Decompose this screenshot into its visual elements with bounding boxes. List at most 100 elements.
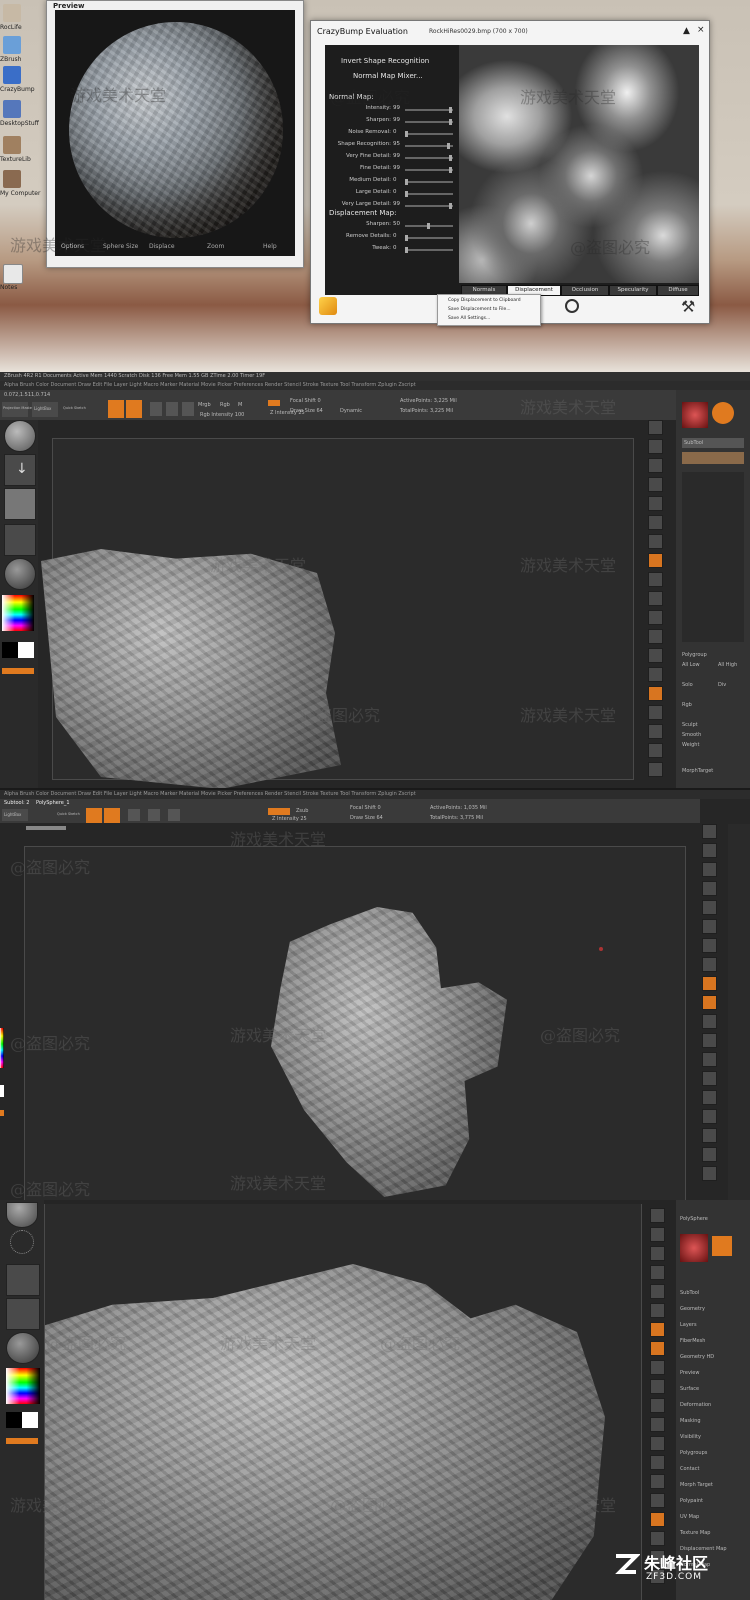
shelf-tool-icon[interactable]	[650, 1284, 665, 1299]
preview-option[interactable]: Sphere Size	[103, 243, 138, 250]
save-context-menu[interactable]: Copy Displacement to Clipboard Save Disp…	[437, 294, 541, 326]
shelf-tool-icon[interactable]	[648, 458, 663, 473]
zbrush-menus[interactable]: Alpha Brush Color Document Draw Edit Fil…	[4, 382, 416, 388]
shelf-tool-icon[interactable]	[702, 900, 717, 915]
shelf-tool-icon[interactable]	[702, 1166, 717, 1181]
shelf-tool-icon[interactable]	[648, 553, 663, 568]
shelf-tool-icon[interactable]	[702, 938, 717, 953]
normal-map-slider[interactable]	[405, 119, 453, 125]
primary-color-swatch[interactable]	[2, 642, 18, 658]
subtool-list[interactable]	[682, 472, 744, 642]
slider-knob[interactable]	[405, 179, 408, 185]
mrgb-toggle[interactable]: Mrgb	[198, 402, 211, 408]
lightbox-button[interactable]: LightBox	[2, 809, 28, 821]
shelf-tool-icon[interactable]	[648, 439, 663, 454]
slider-knob[interactable]	[405, 235, 408, 241]
slider-knob[interactable]	[427, 223, 430, 229]
brush-selector[interactable]	[4, 420, 36, 452]
shelf-tool-icon[interactable]	[702, 1147, 717, 1162]
panel-label[interactable]: All High	[718, 662, 737, 668]
shelf-tool-icon[interactable]	[702, 881, 717, 896]
shelf-tool-icon[interactable]	[702, 843, 717, 858]
close-icon[interactable]: ×	[697, 25, 705, 35]
draw-button[interactable]	[104, 808, 120, 823]
shelf-tool-icon[interactable]	[648, 648, 663, 663]
rotate-button[interactable]	[168, 809, 180, 821]
secondary-color-swatch[interactable]	[0, 1085, 4, 1097]
zbrush-menubar[interactable]: Alpha Brush Color Document Draw Edit Fil…	[0, 790, 750, 799]
shelf-tool-icon[interactable]	[702, 919, 717, 934]
color-picker[interactable]	[0, 1028, 4, 1068]
sculpted-rock-mesh[interactable]	[45, 1264, 605, 1600]
tool-thumbnail[interactable]	[682, 402, 708, 428]
z-intensity-slider[interactable]: Z Intensity 25	[270, 410, 305, 416]
shelf-tool-icon[interactable]	[650, 1417, 665, 1432]
recycle-bin-icon[interactable]	[3, 4, 21, 22]
crazybump-window[interactable]: CrazyBump Evaluation RockHiRes0029.bmp (…	[310, 20, 710, 324]
tool-thumbnail-alt[interactable]	[712, 402, 734, 424]
tool-menu-item[interactable]: Layers	[680, 1322, 697, 1328]
shelf-tool-icon[interactable]	[702, 1014, 717, 1029]
tab-specularity[interactable]: Specularity	[609, 285, 657, 296]
shelf-tool-icon[interactable]	[702, 976, 717, 991]
displacement-map-slider[interactable]	[405, 223, 453, 229]
shelf-tool-icon[interactable]	[648, 591, 663, 606]
tool-thumbnail[interactable]	[680, 1234, 708, 1262]
move-button[interactable]	[150, 402, 162, 416]
switch-color-button[interactable]	[2, 668, 34, 674]
shelf-tool-icon[interactable]	[650, 1208, 665, 1223]
zbrush-canvas[interactable]	[24, 846, 686, 1200]
shelf-tool-icon[interactable]	[650, 1493, 665, 1508]
panel-label[interactable]: All Low	[682, 662, 700, 668]
preview-option[interactable]: Help	[263, 243, 277, 250]
shelf-tool-icon[interactable]	[648, 743, 663, 758]
shelf-tool-icon[interactable]	[648, 496, 663, 511]
brush-selector[interactable]	[6, 1202, 38, 1228]
preview-viewport[interactable]	[55, 10, 295, 256]
switch-color-button[interactable]	[6, 1438, 38, 1444]
shelf-tool-icon[interactable]	[650, 1474, 665, 1489]
zbrush-menubar[interactable]: Alpha Brush Color Document Draw Edit Fil…	[0, 381, 750, 390]
rotate-button[interactable]	[182, 402, 194, 416]
displacement-map-slider[interactable]	[405, 235, 453, 241]
shelf-tool-icon[interactable]	[702, 1128, 717, 1143]
shelf-tool-icon[interactable]	[702, 824, 717, 839]
shelf-tool-icon[interactable]	[650, 1455, 665, 1470]
material-selector[interactable]	[4, 558, 36, 590]
normal-map-slider[interactable]	[405, 131, 453, 137]
tab-diffuse[interactable]: Diffuse	[657, 285, 699, 296]
rgb-intensity-slider[interactable]: Rgb Intensity 100	[200, 412, 244, 418]
material-selector[interactable]	[6, 1332, 40, 1364]
focal-shift-slider[interactable]: Focal Shift 0	[350, 805, 381, 811]
menu-item-copy-displacement[interactable]: Copy Displacement to Clipboard	[448, 298, 521, 303]
tool-thumbnail-alt[interactable]	[712, 1236, 732, 1256]
panel-label[interactable]: Weight	[682, 742, 699, 748]
normal-map-slider[interactable]	[405, 179, 453, 185]
shelf-tool-icon[interactable]	[648, 705, 663, 720]
move-button[interactable]	[128, 809, 140, 821]
shelf-tool-icon[interactable]	[650, 1379, 665, 1394]
preview-option[interactable]: Displace	[149, 243, 175, 250]
quick-sketch-button[interactable]: Quick Sketch	[62, 402, 88, 417]
shelf-tool-icon[interactable]	[702, 862, 717, 877]
shelf-tool-icon[interactable]	[702, 1109, 717, 1124]
stroke-selector[interactable]	[10, 1230, 34, 1254]
m-toggle[interactable]: M	[238, 402, 242, 408]
preview-window[interactable]: Preview Options Sphere Size Displace Zoo…	[46, 0, 304, 268]
tool-menu-item[interactable]: FiberMesh	[680, 1338, 705, 1344]
lightbox-button[interactable]: LightBox	[32, 402, 58, 417]
zbrush-canvas[interactable]	[41, 438, 634, 788]
normal-map-slider[interactable]	[405, 155, 453, 161]
panel-label[interactable]: Solo	[682, 682, 693, 688]
normal-map-slider[interactable]	[405, 107, 453, 113]
dynamic-toggle[interactable]: Dynamic	[340, 408, 362, 414]
focal-shift-slider[interactable]: Focal Shift 0	[290, 398, 321, 404]
edit-button[interactable]	[108, 400, 124, 418]
menu-item-save-displacement[interactable]: Save Displacement to File...	[448, 307, 511, 312]
panel-label[interactable]: Smooth	[682, 732, 701, 738]
shelf-tool-icon[interactable]	[702, 1033, 717, 1048]
preview-option[interactable]: Options	[61, 243, 84, 250]
texture-selector[interactable]	[6, 1298, 40, 1330]
tools-icon[interactable]: ⚒	[681, 297, 695, 316]
shelf-tool-icon[interactable]	[648, 762, 663, 777]
